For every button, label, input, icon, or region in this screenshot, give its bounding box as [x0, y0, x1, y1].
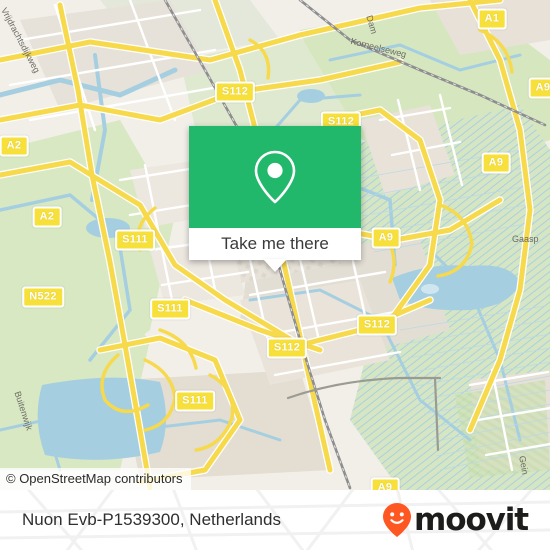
road-shield-s111-1[interactable]: S111 — [115, 229, 155, 251]
road-shield-a9-1[interactable]: A9 — [528, 77, 550, 99]
road-shield-a9-3[interactable]: A9 — [371, 227, 401, 249]
popup-card-pointer-tail — [263, 259, 287, 272]
road-shield-s112-3[interactable]: S112 — [266, 337, 308, 359]
popup-card-header — [189, 126, 361, 228]
road-shield-n522[interactable]: N522 — [22, 286, 64, 308]
moovit-pin-smiley-icon — [383, 503, 412, 537]
water-label-gaasp: Gaasp — [512, 234, 539, 244]
moovit-wordmark: moovit — [414, 501, 529, 538]
map-pin-icon — [254, 150, 296, 204]
location-popup-card[interactable]: Take me there — [189, 126, 361, 260]
road-shield-a1[interactable]: A1 — [477, 8, 507, 30]
take-me-there-button[interactable]: Take me there — [221, 234, 329, 254]
moovit-station-map-card: A2 A2 S111 N522 S111 S111 S112 S112 S112… — [0, 0, 550, 550]
road-shield-a2-2[interactable]: A2 — [32, 206, 62, 228]
road-shield-s112-1[interactable]: S112 — [214, 81, 256, 103]
road-shield-s111-2[interactable]: S111 — [150, 298, 190, 320]
footer-bar: Nuon Evb-P1539300, Netherlands moovit — [0, 490, 550, 550]
road-shield-a9-2[interactable]: A9 — [481, 152, 511, 174]
popup-card-action-bar[interactable]: Take me there — [189, 228, 361, 260]
road-shield-s112-4[interactable]: S112 — [356, 314, 398, 336]
moovit-brand-logo[interactable]: moovit — [382, 501, 529, 538]
place-name-label: Nuon Evb-P1539300, Netherlands — [22, 510, 281, 529]
osm-attribution[interactable]: © OpenStreetMap contributors — [0, 468, 191, 490]
road-shield-s111-3[interactable]: S111 — [175, 390, 215, 412]
footer-content-row: Nuon Evb-P1539300, Netherlands moovit — [0, 490, 550, 550]
road-shield-a2-1[interactable]: A2 — [0, 135, 29, 157]
road-shield-a9-4[interactable]: A9 — [370, 477, 400, 490]
